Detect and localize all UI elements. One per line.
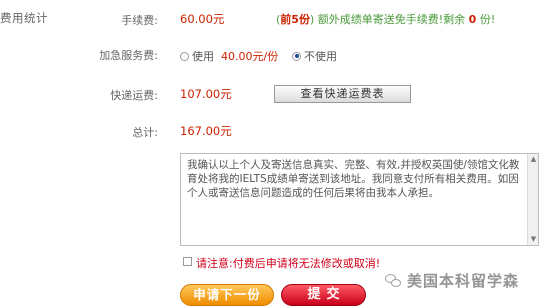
next-application-button[interactable]: 申请下一份 [180, 284, 274, 306]
wechat-icon [385, 273, 402, 288]
urgent-nouse-radio[interactable] [292, 51, 301, 61]
total-label: 总计: [132, 126, 158, 139]
total-amount: 167.00元 [180, 124, 232, 138]
submit-button[interactable]: 提交 [281, 284, 366, 306]
fee-label: 手续费: [121, 14, 158, 27]
urgent-label: 加急服务费: [99, 49, 158, 62]
fee-note-close: ) [309, 13, 315, 26]
fee-note-count: 0 [468, 13, 477, 26]
consent-text: 我确认以上个人及寄送信息真实、完整、有效,并授权英国使/领馆文化教育处将我的IE… [187, 159, 520, 199]
warning-prefix: 请注意: [196, 257, 233, 270]
fee-note: (前5份) 额外成绩单寄送免手续费!剩余 0 份! [276, 11, 495, 27]
scroll-down-icon[interactable]: ▼ [529, 235, 538, 244]
urgent-price: 40.00元/份 [221, 50, 279, 63]
urgent-use-radio[interactable] [180, 51, 189, 61]
consent-scrollbar[interactable]: ▲ ▼ [527, 154, 538, 245]
fee-note-suffix: 份! [479, 13, 496, 26]
watermark: 美国本科留学森 [385, 270, 519, 291]
scroll-up-icon[interactable]: ▲ [529, 155, 538, 164]
view-fee-table-button[interactable]: 查看快递运费表 [274, 85, 411, 103]
fee-note-rank: 前5份 [280, 13, 310, 26]
agreement-warning: 请注意:付费后申请将无法修改或取消! [196, 255, 380, 271]
agreement-checkbox[interactable] [183, 257, 192, 266]
fee-amount: 60.00元 [180, 12, 225, 26]
urgent-nouse-label: 不使用 [304, 50, 337, 63]
urgent-option-use[interactable]: 使用 40.00元/份 [180, 48, 278, 64]
watermark-text: 美国本科留学森 [407, 272, 520, 290]
urgent-use-label: 使用 [192, 50, 214, 63]
section-title: 费用统计 [0, 11, 48, 25]
courier-label: 快递运费: [110, 89, 158, 102]
courier-amount: 107.00元 [180, 87, 232, 101]
consent-textarea[interactable]: 我确认以上个人及寄送信息真实、完整、有效,并授权英国使/领馆文化教育处将我的IE… [180, 153, 539, 246]
fee-note-text: 额外成绩单寄送免手续费!剩余 [317, 13, 466, 26]
urgent-option-nouse[interactable]: 不使用 [292, 48, 337, 64]
warning-text: 付费后申请将无法修改或取消! [232, 257, 381, 270]
